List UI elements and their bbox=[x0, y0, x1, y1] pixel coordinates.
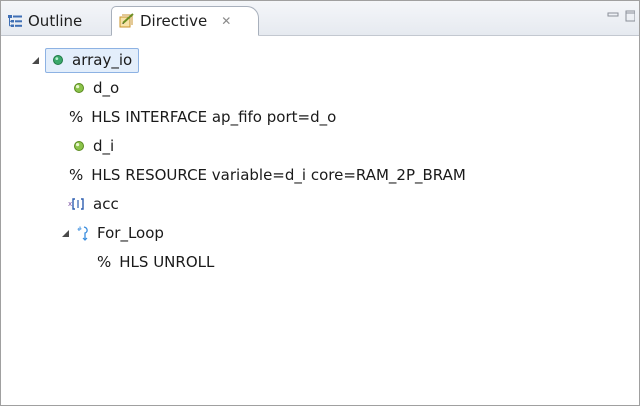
directive-view-panel: Outline Directive ✕ array_io d_o % HLS I… bbox=[0, 0, 640, 406]
directive-marker: % bbox=[69, 166, 84, 184]
tree-item-label: acc bbox=[93, 195, 119, 213]
maximize-icon[interactable] bbox=[625, 10, 635, 22]
tree-item-for-loop[interactable]: # For_Loop bbox=[59, 219, 164, 247]
tree-item-array-io[interactable]: array_io bbox=[29, 46, 140, 74]
tab-outline-label: Outline bbox=[28, 11, 83, 30]
directive-marker: % bbox=[69, 108, 84, 126]
tree-item-directive-resource[interactable]: % HLS RESOURCE variable=d_i core=RAM_2P_… bbox=[69, 161, 466, 189]
svg-text:x: x bbox=[68, 200, 72, 208]
expanded-toggle-icon[interactable] bbox=[59, 227, 71, 239]
directive-icon bbox=[118, 13, 135, 29]
svg-text:#: # bbox=[77, 226, 82, 233]
tree-item-acc[interactable]: x acc bbox=[67, 190, 119, 218]
tree-item-directive-unroll[interactable]: % HLS UNROLL bbox=[97, 248, 214, 276]
tree-item-label: HLS INTERFACE ap_fifo port=d_o bbox=[91, 108, 337, 126]
view-tab-bar: Outline Directive ✕ bbox=[1, 1, 639, 36]
tree-item-label: array_io bbox=[72, 50, 133, 69]
tree-item-label: d_i bbox=[93, 137, 115, 155]
minimize-icon[interactable] bbox=[607, 10, 619, 22]
tree-item-d-i[interactable]: d_i bbox=[71, 132, 114, 160]
tab-directive-label: Directive bbox=[140, 12, 208, 30]
port-icon bbox=[71, 80, 87, 96]
close-icon[interactable]: ✕ bbox=[221, 14, 231, 28]
outline-icon bbox=[7, 13, 23, 29]
tab-directive[interactable]: Directive ✕ bbox=[111, 6, 259, 36]
loop-icon: # bbox=[75, 225, 91, 241]
tab-outline[interactable]: Outline bbox=[1, 6, 113, 35]
tree-item-directive-interface[interactable]: % HLS INTERFACE ap_fifo port=d_o bbox=[69, 103, 336, 131]
view-controls bbox=[607, 10, 635, 22]
array-variable-icon: x bbox=[67, 196, 87, 212]
function-icon bbox=[50, 52, 66, 68]
expanded-toggle-icon[interactable] bbox=[29, 54, 41, 66]
directive-marker: % bbox=[97, 253, 112, 271]
tree-item-label: d_o bbox=[93, 79, 120, 97]
tree-item-label: HLS UNROLL bbox=[119, 253, 215, 271]
tree-item-selection: array_io bbox=[45, 47, 140, 73]
tree-item-label: HLS RESOURCE variable=d_i core=RAM_2P_BR… bbox=[91, 166, 466, 184]
port-icon bbox=[71, 138, 87, 154]
tree-item-d-o[interactable]: d_o bbox=[71, 74, 119, 102]
tree-item-label: For_Loop bbox=[97, 224, 164, 242]
